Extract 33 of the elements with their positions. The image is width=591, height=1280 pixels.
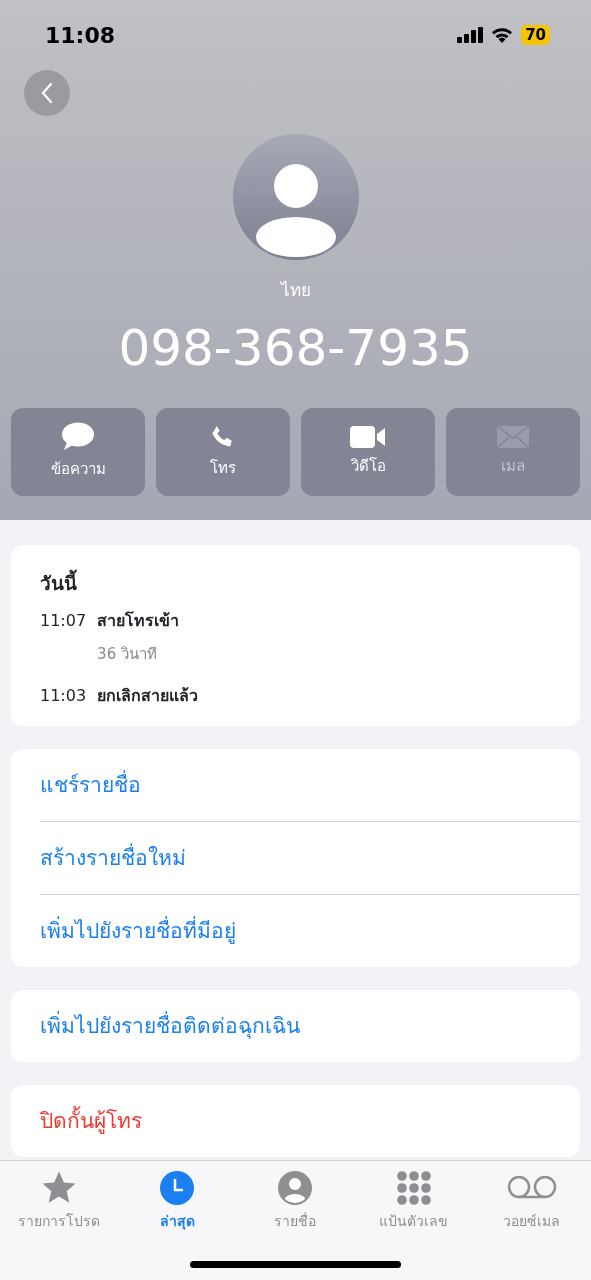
- option-link[interactable]: ปิดกั้นผู้โทร: [11, 1084, 580, 1157]
- tab[interactable]: วอยซ์เมล: [472, 1169, 591, 1232]
- contact-label: ไทย: [279, 279, 312, 302]
- call-time: 11:07: [40, 610, 87, 632]
- back-button[interactable]: [24, 70, 70, 116]
- section-title: วันนี้: [40, 568, 78, 596]
- message-bubble-icon: [61, 422, 95, 453]
- option-link[interactable]: สร้างรายชื่อใหม่: [40, 821, 580, 894]
- video-button[interactable]: วิดีโอ: [301, 407, 435, 496]
- option-link[interactable]: เพิ่มไปยังรายชื่อติดต่อฉุกเฉิน: [11, 989, 580, 1062]
- option-link[interactable]: เพิ่มไปยังรายชื่อที่มีอยู่: [40, 894, 580, 967]
- tab[interactable]: แป้นตัวเลข: [354, 1169, 473, 1232]
- option-link[interactable]: แชร์รายชื่อ: [11, 748, 580, 821]
- tab[interactable]: รายการโปรด: [0, 1169, 119, 1232]
- signal-icon: [457, 27, 484, 43]
- call-type: ยกเลิกสายแล้ว: [97, 684, 199, 707]
- person-circle-icon: [278, 1169, 313, 1207]
- envelope-icon: [496, 425, 530, 450]
- clock-icon: [160, 1169, 195, 1207]
- video-camera-icon: [350, 425, 386, 450]
- tab[interactable]: ล่าสุด: [118, 1169, 237, 1232]
- call-type: สายโทรเข้า: [97, 610, 180, 632]
- phone-button[interactable]: โทร: [156, 407, 290, 496]
- battery-level: 70: [521, 25, 550, 45]
- tab[interactable]: รายชื่อ: [236, 1169, 355, 1232]
- chevron-left-icon: [41, 82, 53, 104]
- phone-number: 098-368-7935: [117, 317, 474, 378]
- call-duration: 36 วินาที: [97, 644, 158, 665]
- keypad-icon: [395, 1169, 432, 1207]
- message-button[interactable]: ข้อความ: [11, 407, 145, 496]
- wifi-icon: [491, 27, 514, 43]
- call-time: 11:03: [40, 684, 87, 707]
- clock-time: 11:08: [45, 21, 116, 50]
